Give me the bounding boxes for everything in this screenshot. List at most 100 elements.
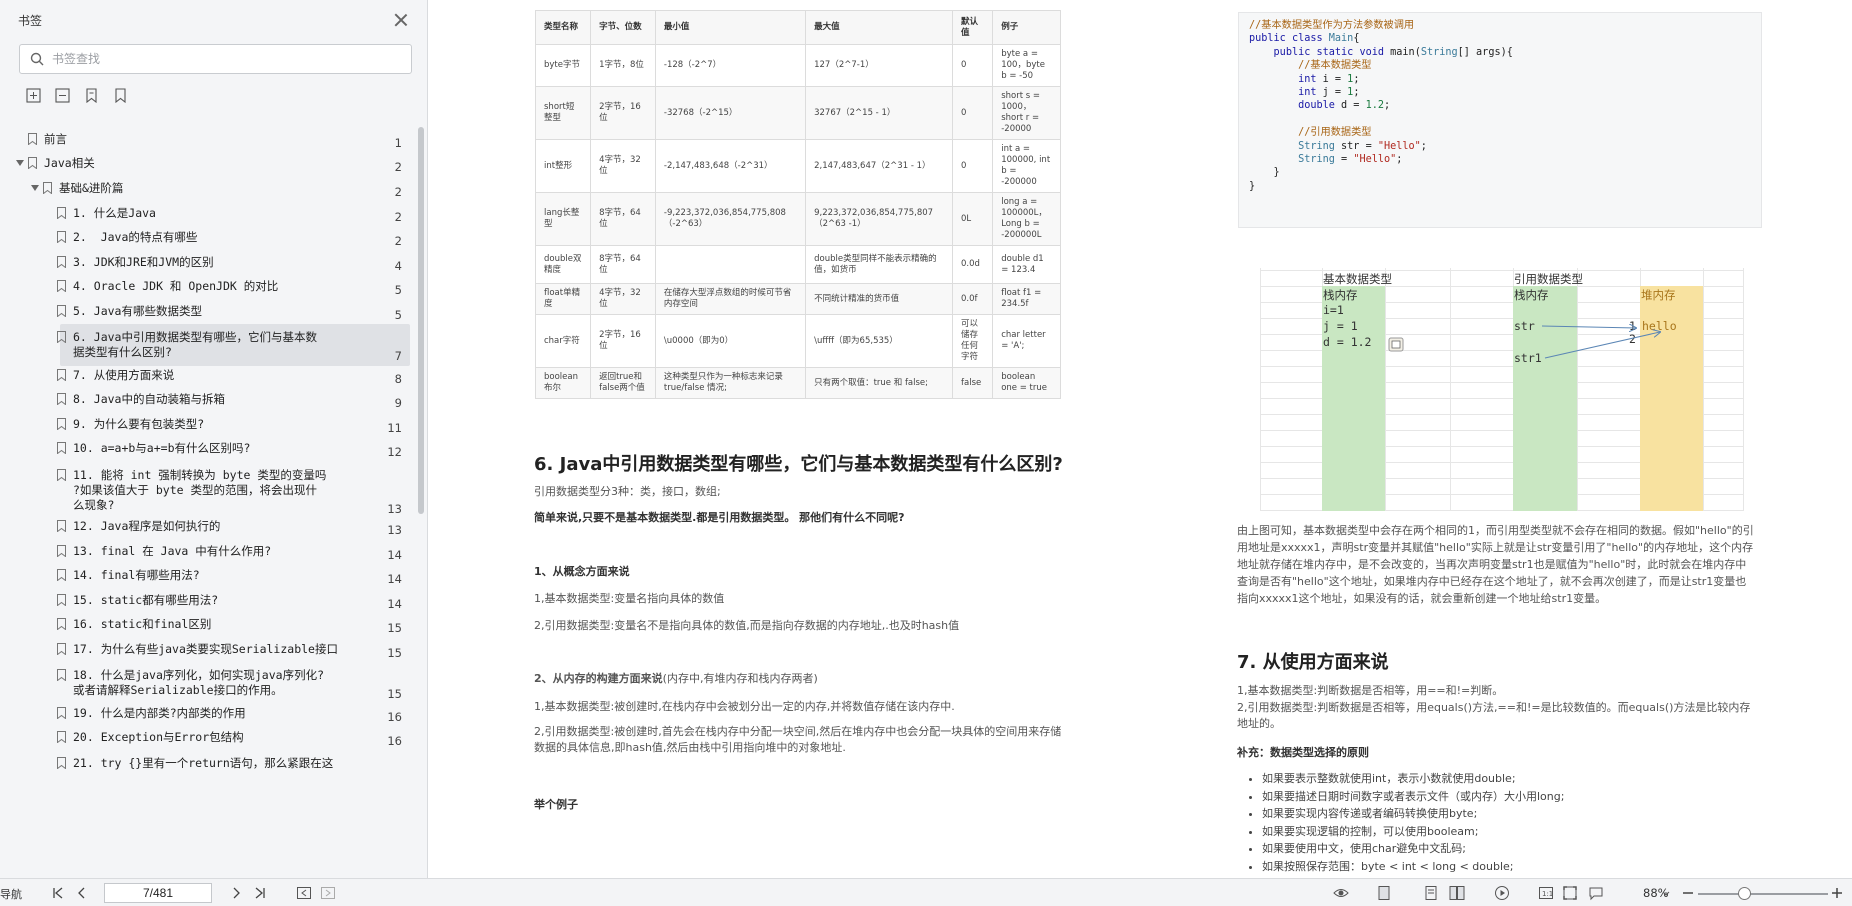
table-cell: -2,147,483,648（-2^31） [654,139,807,193]
table-cell: 只有两个取值：true 和 false; [805,367,953,399]
data-type-table: 类型名称 字节、位数 最小值 最大值 默认值 例子 byte字节 1字节，8位 -128（-2… [534,10,1061,399]
table-cell: 1字节，8位 [590,44,656,87]
nav-label[interactable]: 导航 [0,886,22,902]
bookmark-icon[interactable] [113,88,128,103]
toc-item[interactable]: 1. 什么是Java 2 [0,206,410,224]
toc-item[interactable]: 10. a=a+b与a+=b有什么区别吗? 12 [0,441,410,459]
table-cell: 返回true和false两个值 [590,367,656,399]
table-cell: 不同统计精准的货币值 [805,283,953,315]
zoom-in-icon[interactable] [1829,885,1845,901]
memory-para-1: 1,基本数据类型:被创建时,在栈内存中会被划分出一定的内存,并将数值存储在该内存… [534,700,955,713]
toc-item[interactable]: 19. 什么是内部类?内部类的作用 16 [0,706,410,724]
code-line: int j = 1; [1298,86,1360,98]
toc-item[interactable]: 15. static都有哪些用法? 14 [0,593,410,611]
collapse-all-icon[interactable] [55,88,70,103]
toc-item-page: 15 [387,687,402,701]
table-cell: long a = 100000L，Long b = -200000L [992,192,1061,246]
example-title: 举个例子 [534,798,578,811]
toc-item[interactable]: Java相关 2 [0,156,410,174]
toc-item[interactable]: 9. 为什么要有包装类型? 11 [0,417,410,435]
toc-item-page: 7 [394,349,402,363]
toc-item-label: 5. Java有哪些数据类型 [73,304,202,318]
toc-item[interactable]: 前言 1 [0,132,410,150]
toc-item[interactable]: 8. Java中的自动装箱与拆箱 9 [0,392,410,410]
toc-item[interactable]: 17. 为什么有些java类要实现Serializable接口 15 [0,642,410,660]
zoom-out-icon[interactable] [1680,885,1696,901]
zoom-dropdown-icon[interactable] [1661,889,1671,899]
table-cell: char字符 [534,314,592,368]
sidebar-scrollbar[interactable] [418,127,424,514]
fit-page-icon[interactable] [1562,885,1578,901]
actual-size-icon[interactable]: 1:1 [1538,885,1554,901]
status-bar: 导航 7/481 1:1 88% [0,878,1852,906]
single-page-icon[interactable] [1376,885,1392,901]
table-cell: double类型同样不能表示精确的值，如货币 [805,245,953,284]
continuous-page-icon[interactable] [1423,885,1439,901]
next-page-icon[interactable] [228,885,244,901]
concept-para-2: 2,引用数据类型:变量名不是指向具体的数值,而是指向存数据的内存地址,.也及时h… [534,619,960,632]
bookmark-add-icon[interactable] [84,88,99,103]
table-cell: 0 [951,139,994,193]
toc-item[interactable]: 3. JDK和JRE和JVM的区别 4 [0,255,410,273]
bookmark-search-box[interactable] [19,44,412,74]
toc-item[interactable]: 14. final有哪些用法? 14 [0,568,410,586]
memory-para-2: 2,引用数据类型:被创建时,首先会在栈内存中分配一块空间,然后在堆内存中也会分配… [534,725,1062,754]
table-cell: 这种类型只作为一种标志来记录 true/false 情况; [654,367,807,399]
table-cell: 2字节，16位 [590,86,656,140]
last-page-icon[interactable] [252,885,268,901]
first-page-icon[interactable] [50,885,66,901]
page-number-input[interactable]: 7/481 [104,883,212,903]
table-row: short短整型 2字节，16位 -32768（-2^15） 32767（2^15 -… [534,86,1061,140]
play-icon[interactable] [1494,885,1510,901]
table-cell: 4字节，32位 [590,283,656,315]
toc-item-label: 18. 什么是java序列化，如何实现java序列化? 或者请解释Seriali… [73,668,325,697]
toc-item-page: 16 [387,710,402,724]
toc-item-label: 14. final有哪些用法? [73,568,200,582]
toc-item[interactable]: 20. Exception与Error包结构 16 [0,730,410,748]
toc-item[interactable]: 6. Java中引用数据类型有哪些，它们与基本数 据类型有什么区别? 7 [0,324,410,366]
prev-page-icon[interactable] [74,885,90,901]
toc-item[interactable]: 12. Java程序是如何执行的 13 [0,519,410,537]
bookmark-icon [57,369,66,381]
toc-item[interactable]: 13. final 在 Java 中有什么作用? 14 [0,544,410,562]
toc-item[interactable]: 5. Java有哪些数据类型 5 [0,304,410,322]
section-heading-7: 7. 从使用方面来说 [1237,652,1389,673]
toc-item[interactable]: 基础&进阶篇 2 [0,181,410,199]
toc-item[interactable]: 2. Java的特点有哪些 2 [0,230,410,248]
fit-width-icon[interactable] [1588,885,1604,901]
toc-item-label: 9. 为什么要有包装类型? [73,417,205,431]
expand-arrow-icon[interactable] [16,160,24,166]
toc-item[interactable]: 16. static和final区别 15 [0,617,410,635]
memory-title-suffix: (内存中,有堆内存和栈内存两者) [662,672,818,685]
toc-item-page: 14 [387,597,402,611]
eye-comfort-icon[interactable] [1333,885,1349,901]
toc-item[interactable]: 7. 从使用方面来说 8 [0,368,410,386]
table-row: double双精度 8字节，64位 double类型同样不能表示精确的值，如货币 0.… [534,245,1061,284]
forward-icon[interactable] [320,885,336,901]
double-page-icon[interactable] [1449,885,1465,901]
bookmark-icon [28,133,37,145]
toc-item[interactable]: 18. 什么是java序列化，如何实现java序列化? 或者请解释Seriali… [0,668,410,701]
expand-arrow-icon[interactable] [31,185,39,191]
code-line: double d = 1.2; [1298,100,1391,112]
close-icon[interactable] [393,12,409,28]
bookmark-icon [57,256,66,268]
table-cell: boolean one = true [992,367,1061,399]
expand-all-icon[interactable] [26,88,41,103]
toc-item[interactable]: 11. 能将 int 强制转换为 byte 类型的变量吗 ?如果该值大于 byt… [0,468,410,516]
back-icon[interactable] [296,885,312,901]
zoom-slider-knob[interactable] [1737,887,1751,900]
table-cell: short短整型 [534,86,592,140]
toc-item-label: 3. JDK和JRE和JVM的区别 [73,255,214,269]
toc-item[interactable]: 4. Oracle JDK 和 OpenJDK 的对比 5 [0,279,410,297]
toc-item-page: 2 [394,185,402,199]
bookmark-search-input[interactable] [52,52,372,66]
zoom-slider-track[interactable] [1698,893,1828,895]
list-item: 如果按照保存范围：byte < int < long < double; [1262,858,1564,876]
toc-item-page: 14 [387,548,402,562]
toc-item-page: 14 [387,572,402,586]
toc-item[interactable]: 21. try {}里有一个return语句，那么紧跟在这 [0,756,410,771]
bookmark-icon [57,618,66,630]
table-cell: float f1 = 234.5f [992,283,1061,315]
code-line: public static void main(String[] args){ [1273,46,1513,58]
